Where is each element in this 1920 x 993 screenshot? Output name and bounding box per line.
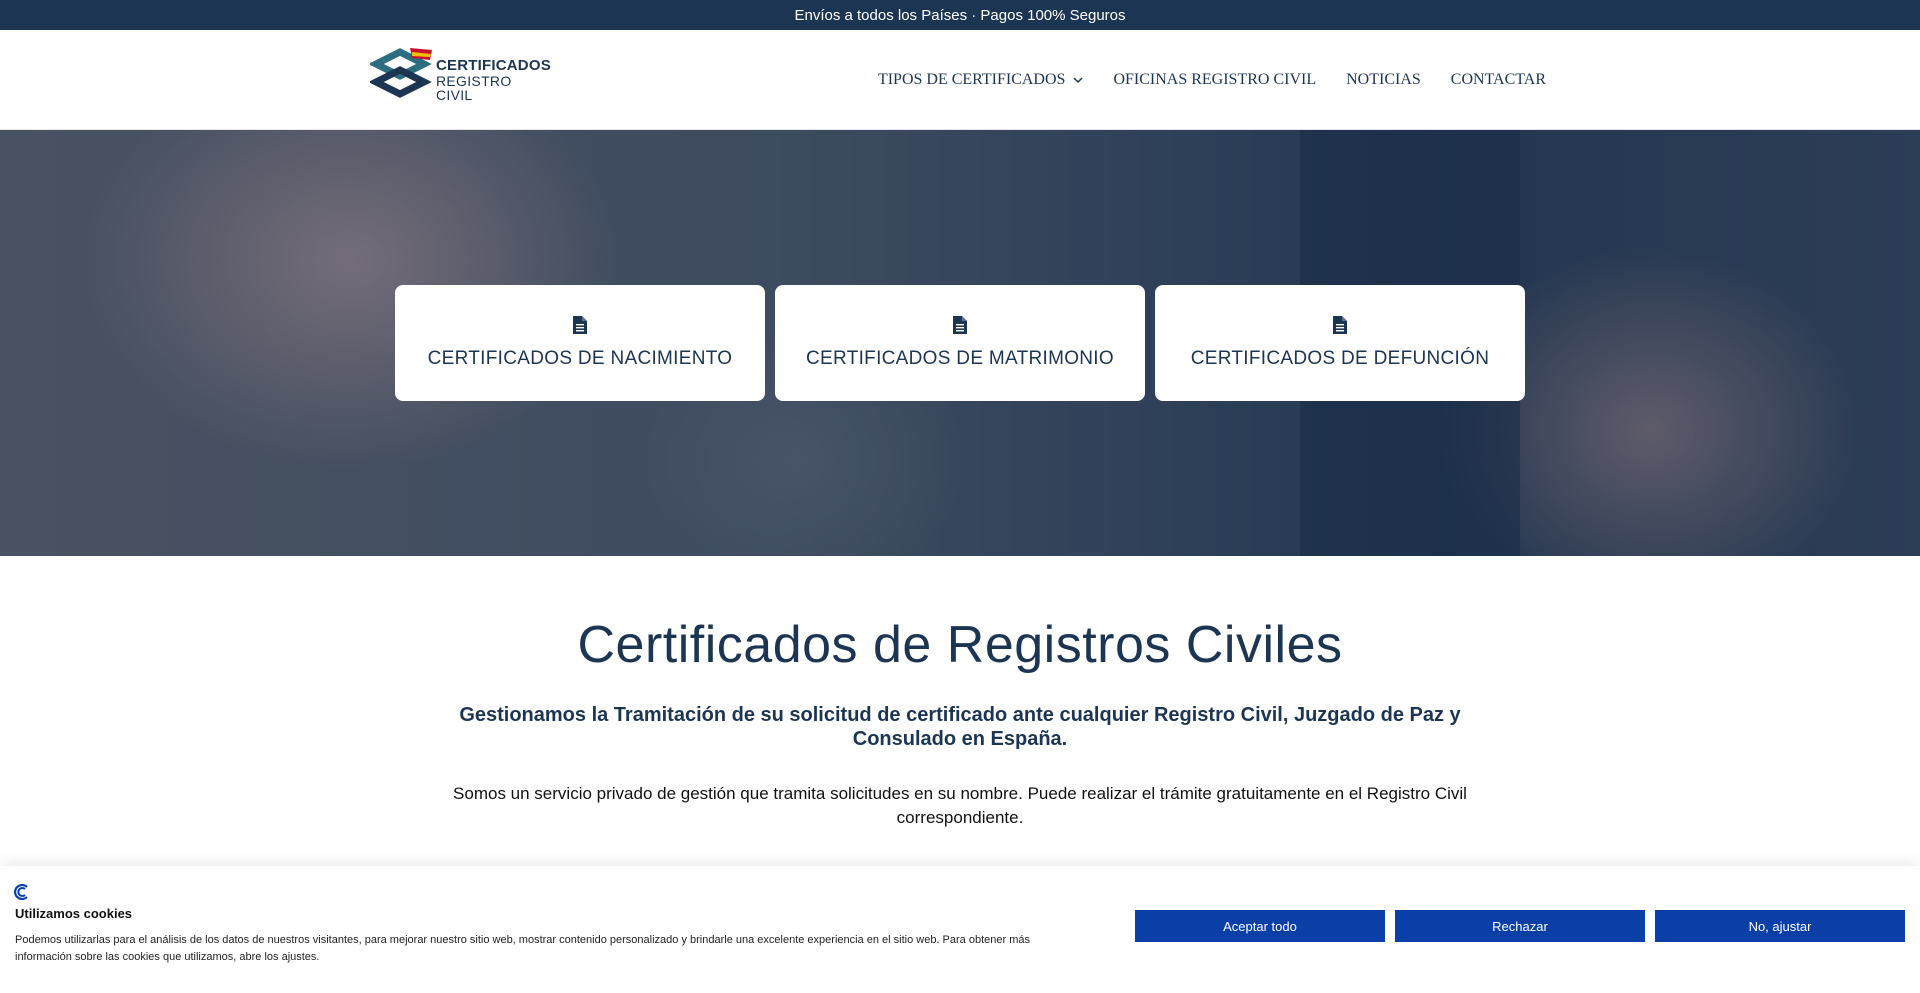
nav-item-noticias[interactable]: NOTICIAS <box>1346 71 1421 89</box>
cookie-text: Podemos utilizarlas para el análisis de … <box>15 934 1030 963</box>
card-certificados-matrimonio[interactable]: CERTIFICADOS DE MATRIMONIO <box>775 285 1145 401</box>
logo-title: CERTIFICADOS <box>436 57 551 74</box>
logo-subtitle: REGISTRO CIVIL <box>436 73 512 103</box>
card-label: CERTIFICADOS DE MATRIMONIO <box>806 348 1114 369</box>
site-header: CERTIFICADOS REGISTRO CIVIL TIPOS DE CER… <box>0 30 1920 130</box>
cookie-banner: Utilizamos cookies Podemos utilizarlas p… <box>0 866 1920 993</box>
page-title: Certificados de Registros Civiles <box>577 616 1343 674</box>
document-icon <box>1333 316 1347 334</box>
card-certificados-defuncion[interactable]: CERTIFICADOS DE DEFUNCIÓN <box>1155 285 1525 401</box>
nav-item-tipos-de-certificados[interactable]: TIPOS DE CERTIFICADOS <box>878 71 1084 89</box>
nav-item-oficinas-registro-civil[interactable]: OFICINAS REGISTRO CIVIL <box>1113 71 1316 89</box>
accept-all-button[interactable]: Aceptar todo <box>1135 910 1385 942</box>
hero-banner: CERTIFICADOS DE NACIMIENTO CERTIFICADOS … <box>0 130 1920 556</box>
document-icon <box>953 316 967 334</box>
page-subtitle: Gestionamos la Tramitación de su solicit… <box>459 704 1461 750</box>
card-label: CERTIFICADOS DE DEFUNCIÓN <box>1190 348 1490 369</box>
adjust-settings-button[interactable]: No, ajustar <box>1655 910 1905 942</box>
document-icon <box>573 316 587 334</box>
logo-emblem-icon <box>368 47 432 113</box>
nav-item-label: TIPOS DE CERTIFICADOS <box>877 71 1066 88</box>
top-announcement-bar: Envíos a todos los Países · Pagos 100% S… <box>0 0 1920 30</box>
site-logo[interactable]: CERTIFICADOS REGISTRO CIVIL <box>368 47 551 113</box>
card-label: CERTIFICADOS DE NACIMIENTO <box>427 348 733 369</box>
main-nav: TIPOS DE CERTIFICADOS OFICINAS REGISTRO … <box>878 30 1546 130</box>
nav-item-label: NOTICIAS <box>1346 71 1421 88</box>
intro-paragraph: Somos un servicio privado de gestión que… <box>453 784 1467 827</box>
card-certificados-nacimiento[interactable]: CERTIFICADOS DE NACIMIENTO <box>395 285 765 401</box>
nav-item-contactar[interactable]: CONTACTAR <box>1451 71 1546 89</box>
announcement-text: Envíos a todos los Países · Pagos 100% S… <box>794 6 1126 24</box>
chevron-down-icon <box>1073 76 1083 84</box>
nav-item-label: OFICINAS REGISTRO CIVIL <box>1113 71 1317 88</box>
reject-button[interactable]: Rechazar <box>1395 910 1645 942</box>
cookie-consent-logo-icon <box>14 884 30 900</box>
cookie-title: Utilizamos cookies <box>15 906 133 921</box>
certificate-cards: CERTIFICADOS DE NACIMIENTO CERTIFICADOS … <box>395 285 1525 401</box>
nav-item-label: CONTACTAR <box>1450 71 1546 88</box>
